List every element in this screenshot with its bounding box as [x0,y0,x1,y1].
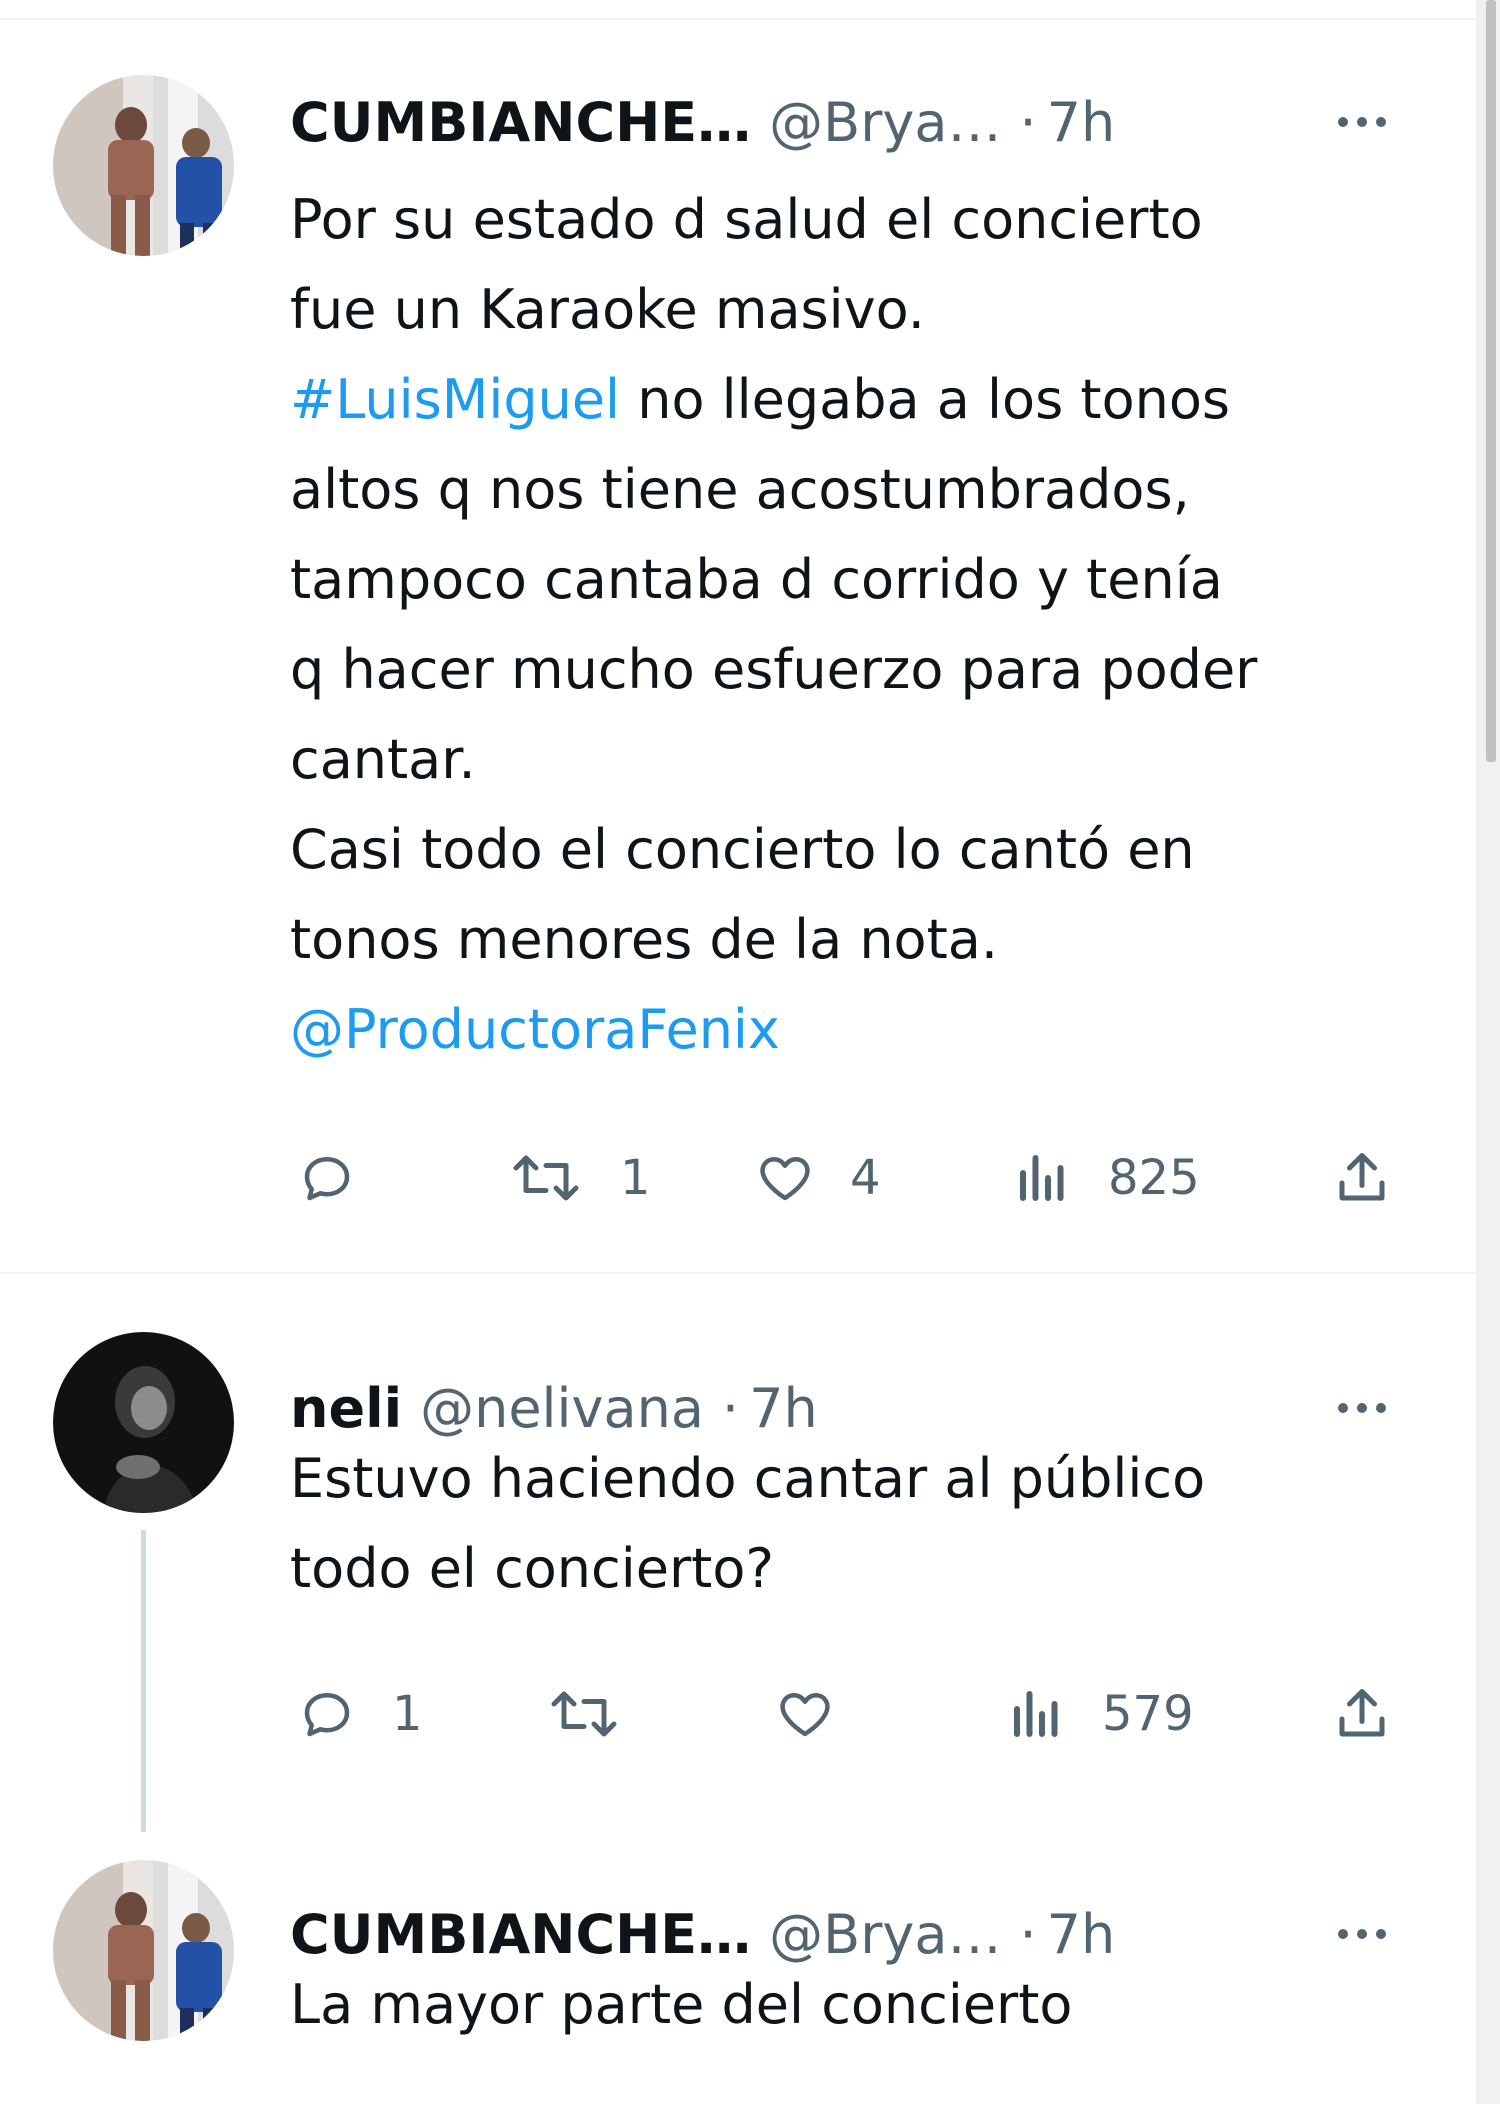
text-segment: tonos menores de la nota. [290,908,999,971]
views-button[interactable]: 579 [1002,1684,1194,1744]
handle[interactable]: @nelivana [420,1377,704,1440]
tweet-text-line: La mayor parte del concierto [290,1960,1440,2050]
tweet-text-line: Casi todo el concierto lo cantó en [290,805,1440,895]
tweet-text-line: altos q nos tiene acostumbrados, [290,445,1440,535]
tweet-text: Por su estado d salud el concierto fue un… [290,175,1440,1075]
retweet-button[interactable] [540,1684,658,1744]
reply-count: 1 [392,1686,423,1742]
tweet-1[interactable]: CUMBIANCHE… @Brya… · 7h Por su estado d … [0,0,1476,1272]
tweet-header: neli @nelivana · 7h [290,1376,818,1440]
handle[interactable]: @Brya… [769,91,1001,154]
display-name[interactable]: CUMBIANCHE… [290,1903,751,1966]
text-segment: Casi todo el concierto lo cantó en [290,818,1195,881]
tweet-header: CUMBIANCHE… @Brya… · 7h [290,90,1116,154]
reply-button[interactable] [292,1148,392,1208]
avatar[interactable] [53,1860,234,2041]
retweet-count: 1 [620,1150,651,1206]
views-count: 579 [1102,1686,1194,1742]
text-segment: Por su estado d salud el concierto [290,188,1203,251]
tweet-text-line: #LuisMiguel no llegaba a los tonos [290,355,1440,445]
tweet-text-line: Estuvo haciendo cantar al público [290,1434,1440,1524]
text-segment: q hacer mucho esfuerzo para poder [290,638,1258,701]
like-button[interactable]: 4 [750,1148,881,1208]
share-icon [1339,1153,1385,1201]
text-segment: fue un Karaoke masivo. [290,278,925,341]
like-button[interactable] [770,1684,870,1744]
avatar-photo-icon [53,1860,234,2041]
text-segment: altos q nos tiene acostumbrados, [290,458,1190,521]
retweet-icon [513,1155,579,1201]
display-name[interactable]: neli [290,1377,402,1440]
tweet-text: Estuvo haciendo cantar al público todo el… [290,1434,1440,1614]
tweet-text-line: fue un Karaoke masivo. [290,265,1440,355]
text-segment: Estuvo haciendo cantar al público [290,1447,1206,1510]
tweet-2[interactable]: neli @nelivana · 7h Estuvo haciendo cant… [0,1274,1476,1852]
timestamp[interactable]: 7h [1047,1903,1116,1966]
more-dots-icon[interactable] [1322,1388,1402,1428]
avatar[interactable] [53,75,234,256]
scrollbar-thumb[interactable] [1486,0,1496,762]
text-segment: cantar. [290,728,476,791]
text-segment: tampoco cantaba d corrido y tenía [290,548,1223,611]
avatar-photo-icon [53,75,234,256]
text-segment: no llegaba a los tonos [620,368,1231,431]
tweet-text-line: tonos menores de la nota. [290,895,1440,985]
share-icon [1339,1689,1385,1737]
views-button[interactable]: 825 [1008,1148,1200,1208]
tweet-text-line: Por su estado d salud el concierto [290,175,1440,265]
tweet-text-line: todo el concierto? [290,1524,1440,1614]
views-icon [1020,1155,1064,1201]
separator-dot: · [1019,1902,1037,1966]
tweet-text-line: q hacer mucho esfuerzo para poder [290,625,1440,715]
views-count: 825 [1108,1150,1200,1206]
retweet-icon [551,1691,617,1737]
hashtag-link[interactable]: #LuisMiguel [290,368,620,431]
tweet-text: La mayor parte del concierto [290,1960,1440,2050]
heart-icon [760,1157,810,1201]
more-dots-icon[interactable] [1322,1914,1402,1954]
avatar-photo-icon [53,1332,234,1513]
display-name[interactable]: CUMBIANCHE… [290,91,751,154]
views-icon [1014,1691,1058,1737]
share-button[interactable] [1327,1148,1397,1208]
timestamp[interactable]: 7h [749,1377,818,1440]
like-count: 4 [850,1150,881,1206]
heart-icon [780,1693,830,1737]
share-button[interactable] [1327,1684,1397,1744]
text-segment: La mayor parte del concierto [290,1973,1073,2036]
retweet-button[interactable]: 1 [502,1148,651,1208]
mention-link[interactable]: @ProductoraFenix [290,998,780,1061]
separator-dot: · [1019,90,1037,154]
reply-button[interactable]: 1 [292,1684,423,1744]
thread-line [141,1530,146,1832]
tweet-text-line: cantar. [290,715,1440,805]
tweet-text-line: @ProductoraFenix [290,985,1440,1075]
handle[interactable]: @Brya… [769,1903,1001,1966]
tweet-3[interactable]: CUMBIANCHE… @Brya… · 7h La mayor parte d… [0,1852,1476,2104]
more-dots-icon[interactable] [1322,102,1402,142]
avatar[interactable] [53,1332,234,1513]
tweet-header: CUMBIANCHE… @Brya… · 7h [290,1902,1116,1966]
tweet-text-line: tampoco cantaba d corrido y tenía [290,535,1440,625]
reply-icon [304,1693,350,1737]
reply-icon [304,1157,350,1201]
separator-dot: · [721,1376,740,1440]
timestamp[interactable]: 7h [1047,91,1116,154]
text-segment: todo el concierto? [290,1537,775,1600]
